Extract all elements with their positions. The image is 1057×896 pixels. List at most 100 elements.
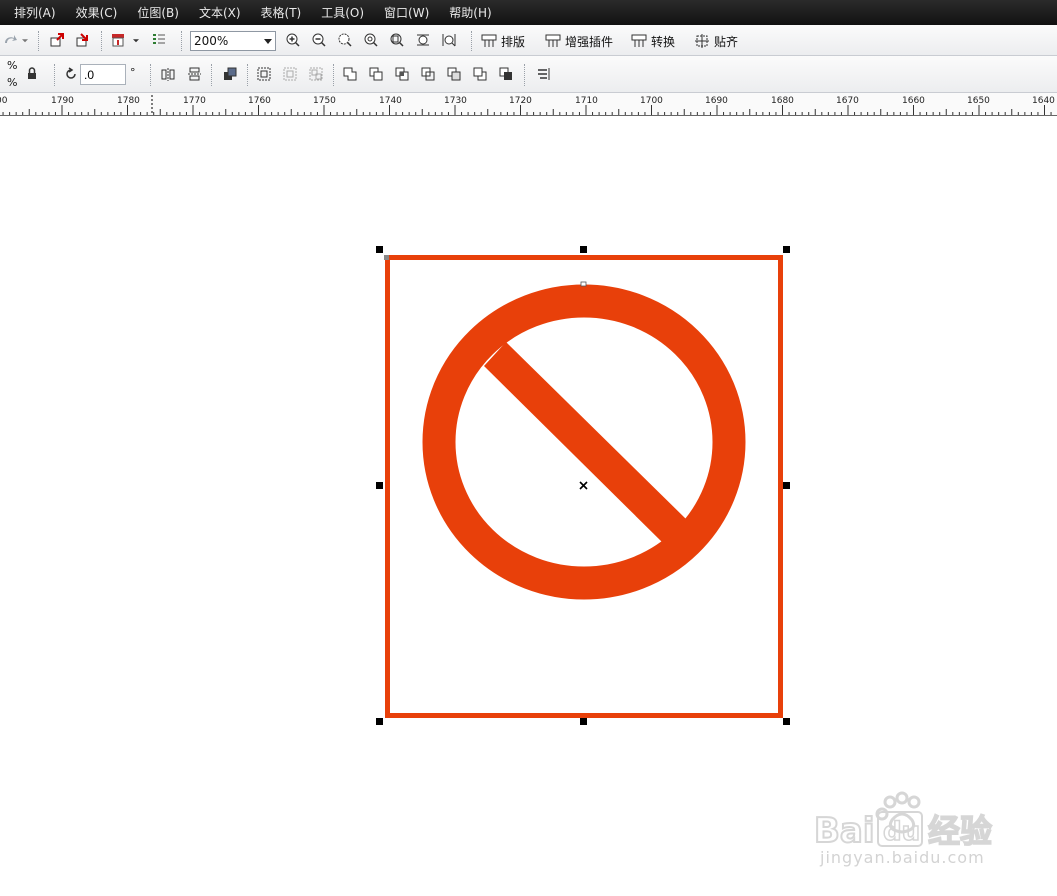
import-icon [50, 33, 64, 47]
boundary-icon [499, 67, 512, 80]
menu-effects[interactable]: 效果(C) [76, 4, 118, 21]
snap-button[interactable]: 贴齐 [694, 31, 738, 51]
menu-help[interactable]: 帮助(H) [449, 4, 491, 21]
scale-y-percent: % [7, 76, 18, 89]
convert-label: 转换 [651, 34, 676, 49]
zoom-page-button[interactable] [387, 30, 407, 50]
chevron-down-icon [22, 39, 28, 43]
app-launcher-icon [112, 34, 124, 47]
lock-icon [28, 67, 36, 79]
launcher-button[interactable] [108, 30, 128, 50]
menu-bitmaps[interactable]: 位图(B) [137, 4, 179, 21]
mirror-vertical-button[interactable] [184, 64, 204, 84]
back-minus-front-icon [473, 67, 487, 81]
redo-dropdown[interactable] [19, 30, 31, 50]
ruler-label: 1700 [640, 96, 663, 106]
group-icon [257, 67, 271, 81]
center-marker-icon[interactable] [579, 481, 588, 490]
ruler-label: 1750 [313, 96, 336, 106]
trim-button[interactable] [366, 64, 386, 84]
front-minus-back-button[interactable] [444, 64, 464, 84]
mirror-horizontal-button[interactable] [158, 64, 178, 84]
weld-icon [343, 67, 357, 81]
group-button[interactable] [254, 64, 274, 84]
horizontal-ruler[interactable]: 00 1790 1780 1770 1760 1750 1740 1730 17… [0, 93, 1057, 116]
menu-arrange[interactable]: 排列(A) [14, 4, 56, 21]
plugin-icon [545, 34, 561, 47]
plugin-label: 增强插件 [565, 34, 614, 49]
zoom-in-icon [286, 33, 300, 47]
ruler-label: 1650 [967, 96, 990, 106]
rotate-icon [66, 67, 76, 79]
zoom-selected-button[interactable] [335, 30, 355, 50]
weld-button[interactable] [340, 64, 360, 84]
align-icon [538, 68, 550, 80]
layout-button[interactable]: 排版 [481, 31, 525, 51]
ruler-label: 1670 [836, 96, 859, 106]
menu-table[interactable]: 表格(T) [261, 4, 302, 21]
ruler-label: 00 [0, 96, 8, 106]
convert-to-curves-button[interactable] [220, 64, 240, 84]
ungroup-button[interactable] [280, 64, 300, 84]
trim-icon [369, 67, 383, 81]
chevron-down-icon [133, 39, 139, 43]
arrange-icon [224, 67, 237, 80]
mirror-vertical-icon [188, 67, 201, 81]
ruler-label: 1720 [509, 96, 532, 106]
front-minus-back-icon [447, 67, 461, 81]
intersect-button[interactable] [392, 64, 412, 84]
ruler-label: 1680 [771, 96, 794, 106]
zoom-out-button[interactable] [309, 30, 329, 50]
launcher-dropdown[interactable] [130, 30, 142, 50]
ruler-label: 1780 [117, 96, 140, 106]
prohibition-slash[interactable] [484, 342, 687, 544]
menu-window[interactable]: 窗口(W) [384, 4, 429, 21]
watermark-url: jingyan.baidu.com [820, 848, 985, 867]
menu-text[interactable]: 文本(X) [199, 4, 241, 21]
rotation-icon-button [61, 64, 81, 84]
lock-ratio-button[interactable] [22, 64, 42, 84]
mirror-horizontal-icon [161, 68, 175, 81]
align-distribute-button[interactable] [533, 64, 553, 84]
zoom-level-select[interactable]: 200% [190, 31, 276, 51]
zoom-all-icon [364, 33, 378, 47]
back-minus-front-button[interactable] [470, 64, 490, 84]
import-button[interactable] [47, 30, 67, 50]
ruler-label: 1710 [575, 96, 598, 106]
ruler-label: 1660 [902, 96, 925, 106]
scale-x-percent: % [7, 59, 18, 72]
redo-button[interactable] [0, 30, 20, 50]
redo-icon [5, 35, 17, 43]
create-boundary-button[interactable] [496, 64, 516, 84]
zoom-width-icon [417, 34, 429, 46]
zoom-width-button[interactable] [413, 30, 433, 50]
zoom-selected-icon [338, 33, 352, 47]
ruler-label: 1730 [444, 96, 467, 106]
drawing-canvas[interactable] [0, 117, 1057, 896]
ruler-label: 1770 [183, 96, 206, 106]
zoom-in-button[interactable] [283, 30, 303, 50]
standard-toolbar: 200% 排版 增强插件 转换 贴齐 [0, 25, 1057, 75]
enhance-plugin-button[interactable]: 增强插件 [545, 31, 613, 51]
property-bar: % % ° [0, 56, 1057, 93]
export-button[interactable] [73, 30, 93, 50]
ungroup-all-button[interactable] [306, 64, 326, 84]
menu-tools[interactable]: 工具(O) [321, 4, 364, 21]
zoom-height-button[interactable] [439, 30, 459, 50]
zoom-all-button[interactable] [361, 30, 381, 50]
rotation-angle-input[interactable] [80, 64, 126, 85]
ruler-label: 1790 [51, 96, 74, 106]
export-icon [76, 33, 88, 47]
snap-label: 贴齐 [714, 34, 739, 49]
layout-label: 排版 [501, 34, 526, 49]
chevron-down-icon [264, 39, 272, 44]
simplify-button[interactable] [418, 64, 438, 84]
zoom-level-value: 200% [194, 34, 229, 48]
ungroup-all-icon [309, 67, 323, 81]
node-handle[interactable] [384, 255, 389, 260]
ruler-label: 1760 [248, 96, 271, 106]
node-handle[interactable] [580, 281, 587, 287]
options-button[interactable] [149, 30, 169, 50]
simplify-icon [421, 67, 435, 81]
convert-button[interactable]: 转换 [631, 31, 675, 51]
